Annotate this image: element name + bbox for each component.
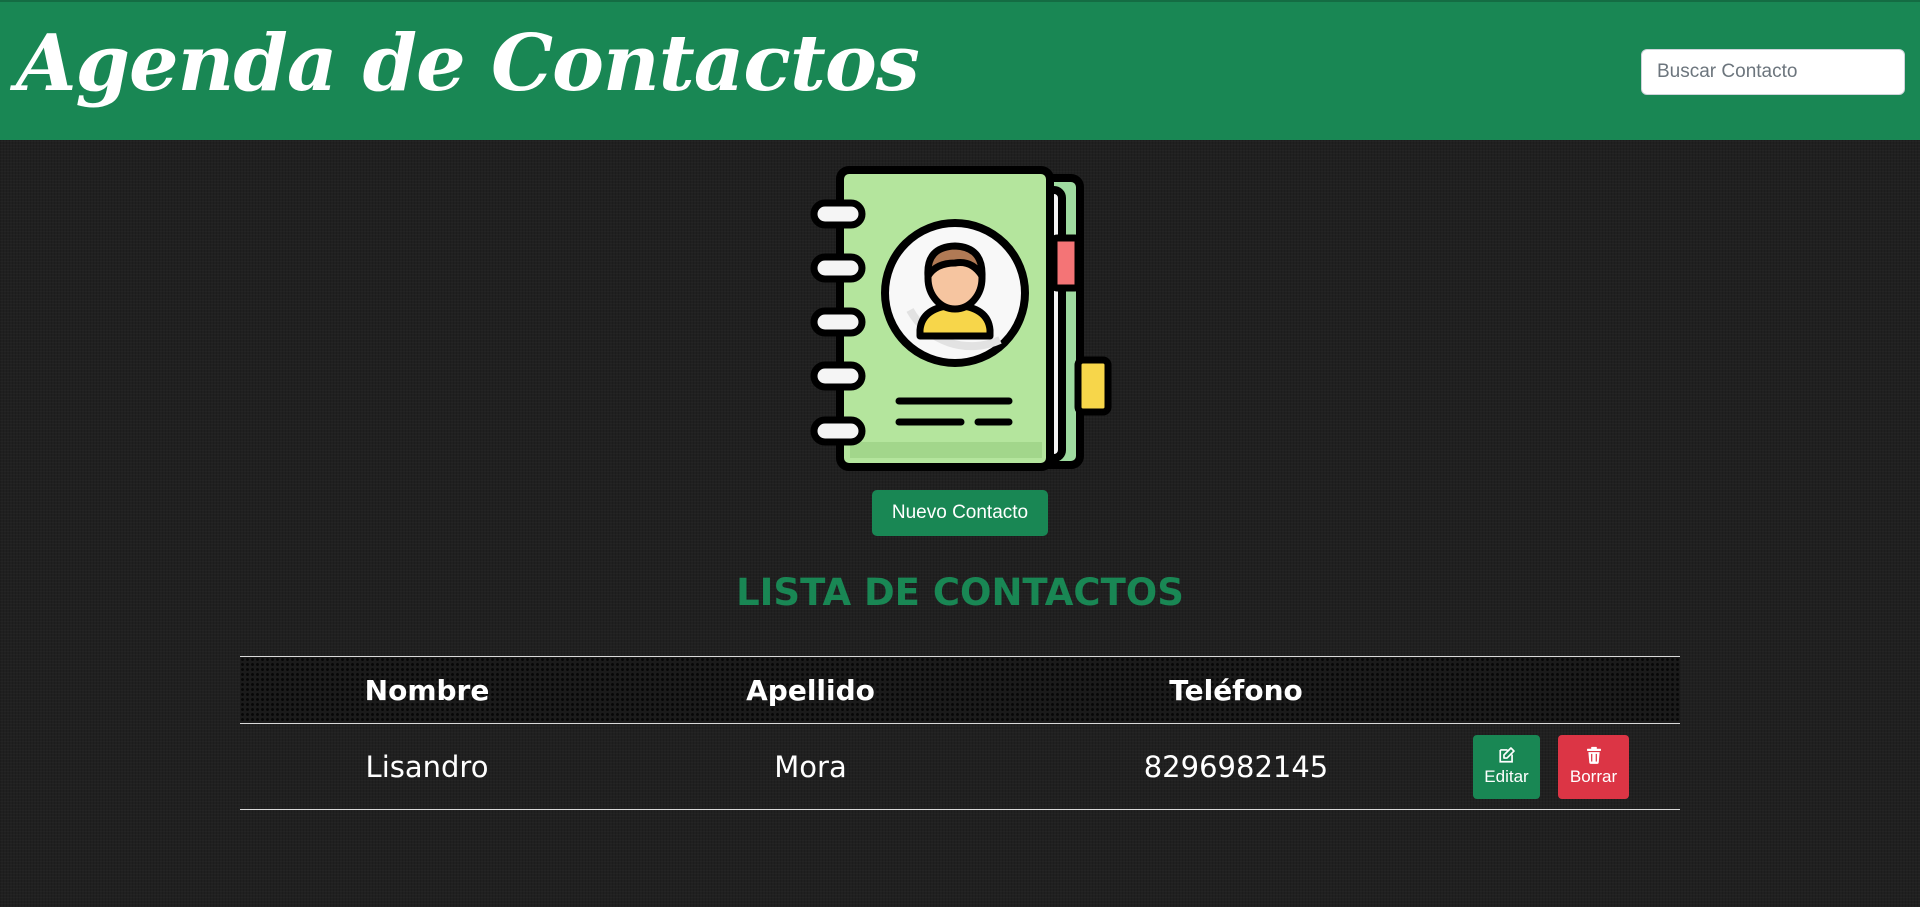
table-header-row: Nombre Apellido Teléfono [240, 656, 1680, 724]
column-header-actions [1465, 656, 1680, 724]
cell-nombre: Lisandro [240, 723, 614, 810]
cell-telefono: 8296982145 [1007, 723, 1465, 810]
cell-apellido: Mora [614, 723, 1007, 810]
top-navbar: Agenda de Contactos [0, 0, 1920, 140]
table-row: Lisandro Mora 8296982145 Editar Borrar [240, 723, 1680, 810]
cell-actions: Editar Borrar [1465, 723, 1680, 810]
column-header-telefono: Teléfono [1007, 656, 1465, 724]
trash-icon [1586, 746, 1601, 764]
edit-button[interactable]: Editar [1473, 734, 1540, 799]
address-book-icon [802, 160, 1122, 480]
delete-button-label: Borrar [1569, 767, 1618, 786]
column-header-nombre: Nombre [240, 656, 614, 724]
search-input[interactable] [1641, 49, 1905, 95]
contact-list-title: LISTA DE CONTACTOS [736, 571, 1184, 614]
contacts-table: Nombre Apellido Teléfono Lisandro Mora 8… [240, 656, 1680, 810]
new-contact-button[interactable]: Nuevo Contacto [872, 490, 1048, 536]
edit-button-label: Editar [1484, 767, 1529, 786]
column-header-apellido: Apellido [614, 656, 1007, 724]
delete-button[interactable]: Borrar [1558, 734, 1629, 799]
edit-icon [1498, 747, 1515, 763]
app-title: Agenda de Contactos [16, 18, 920, 109]
